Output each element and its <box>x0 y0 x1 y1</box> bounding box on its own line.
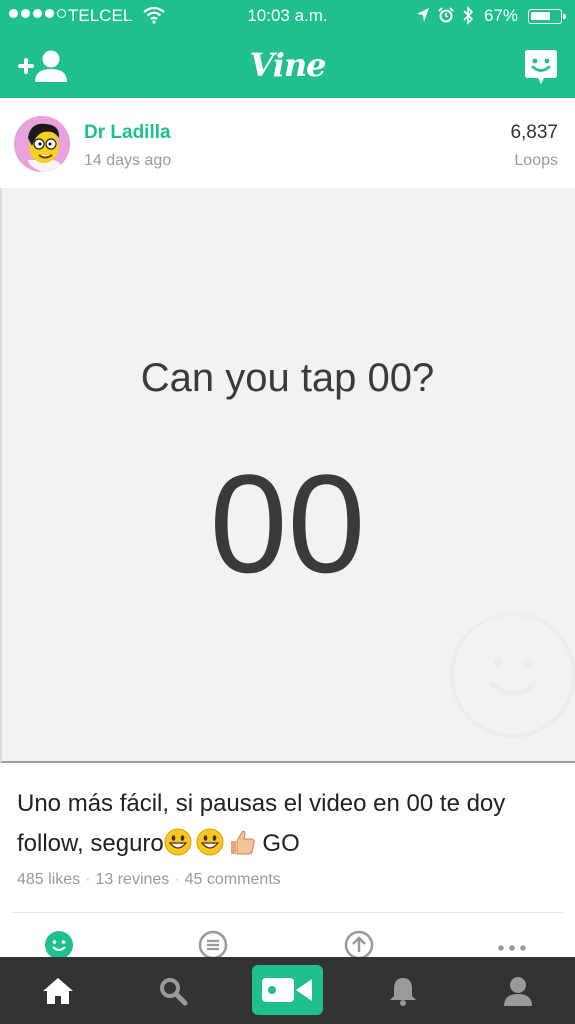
location-arrow-icon <box>417 8 429 22</box>
divider <box>12 912 563 913</box>
comment-icon[interactable] <box>198 930 228 960</box>
like-icon[interactable] <box>44 930 74 960</box>
profile-icon <box>503 976 532 1006</box>
caption-end-text: GO <box>255 830 300 857</box>
post-caption: Uno más fácil, si pausas el video en 00 … <box>17 784 562 864</box>
video-counter-text: 00 <box>209 445 366 602</box>
record-button[interactable] <box>252 965 323 1015</box>
bluetooth-icon <box>463 6 474 25</box>
status-bar: TELCEL 10:03 a.m. 67% <box>0 0 575 34</box>
record-icon <box>262 978 312 1002</box>
video-prompt-text: Can you tap 00? <box>140 356 435 400</box>
comments-count[interactable]: 45 comments <box>185 871 281 888</box>
tab-search[interactable] <box>115 957 230 1024</box>
avatar-cartoon-image <box>14 116 70 172</box>
tab-profile[interactable] <box>460 957 575 1024</box>
messages-icon[interactable] <box>524 48 558 86</box>
tab-notifications[interactable] <box>345 957 460 1024</box>
top-bar: TELCEL 10:03 a.m. 67% Vine <box>0 0 575 98</box>
vine-logo: Vine <box>249 46 326 84</box>
home-icon <box>42 977 73 1004</box>
likes-count[interactable]: 485 likes <box>17 871 80 888</box>
post-stats: 485 likes · 13 revines · 45 comments <box>17 871 281 888</box>
loops-count: 6,837 <box>510 122 558 143</box>
post-header: Dr Ladilla 14 days ago 6,837 Loops <box>0 98 575 188</box>
battery-percent: 67% <box>484 6 519 25</box>
revines-count[interactable]: 13 revines <box>95 871 169 888</box>
tab-home[interactable] <box>0 957 115 1024</box>
grinning-face-icon <box>196 828 224 856</box>
notifications-icon <box>389 977 416 1006</box>
more-icon[interactable] <box>497 930 527 960</box>
grinning-face-icon <box>164 828 192 856</box>
username-link[interactable]: Dr Ladilla <box>84 122 171 144</box>
post-age: 14 days ago <box>84 152 172 169</box>
avatar[interactable] <box>14 116 70 172</box>
loops-label: Loops <box>514 152 558 169</box>
battery-icon <box>528 9 566 24</box>
alarm-icon <box>438 7 454 23</box>
vine-watermark-icon <box>450 612 575 738</box>
revine-icon[interactable] <box>344 930 374 960</box>
search-icon <box>159 977 187 1005</box>
thumbs-up-icon <box>230 830 255 855</box>
